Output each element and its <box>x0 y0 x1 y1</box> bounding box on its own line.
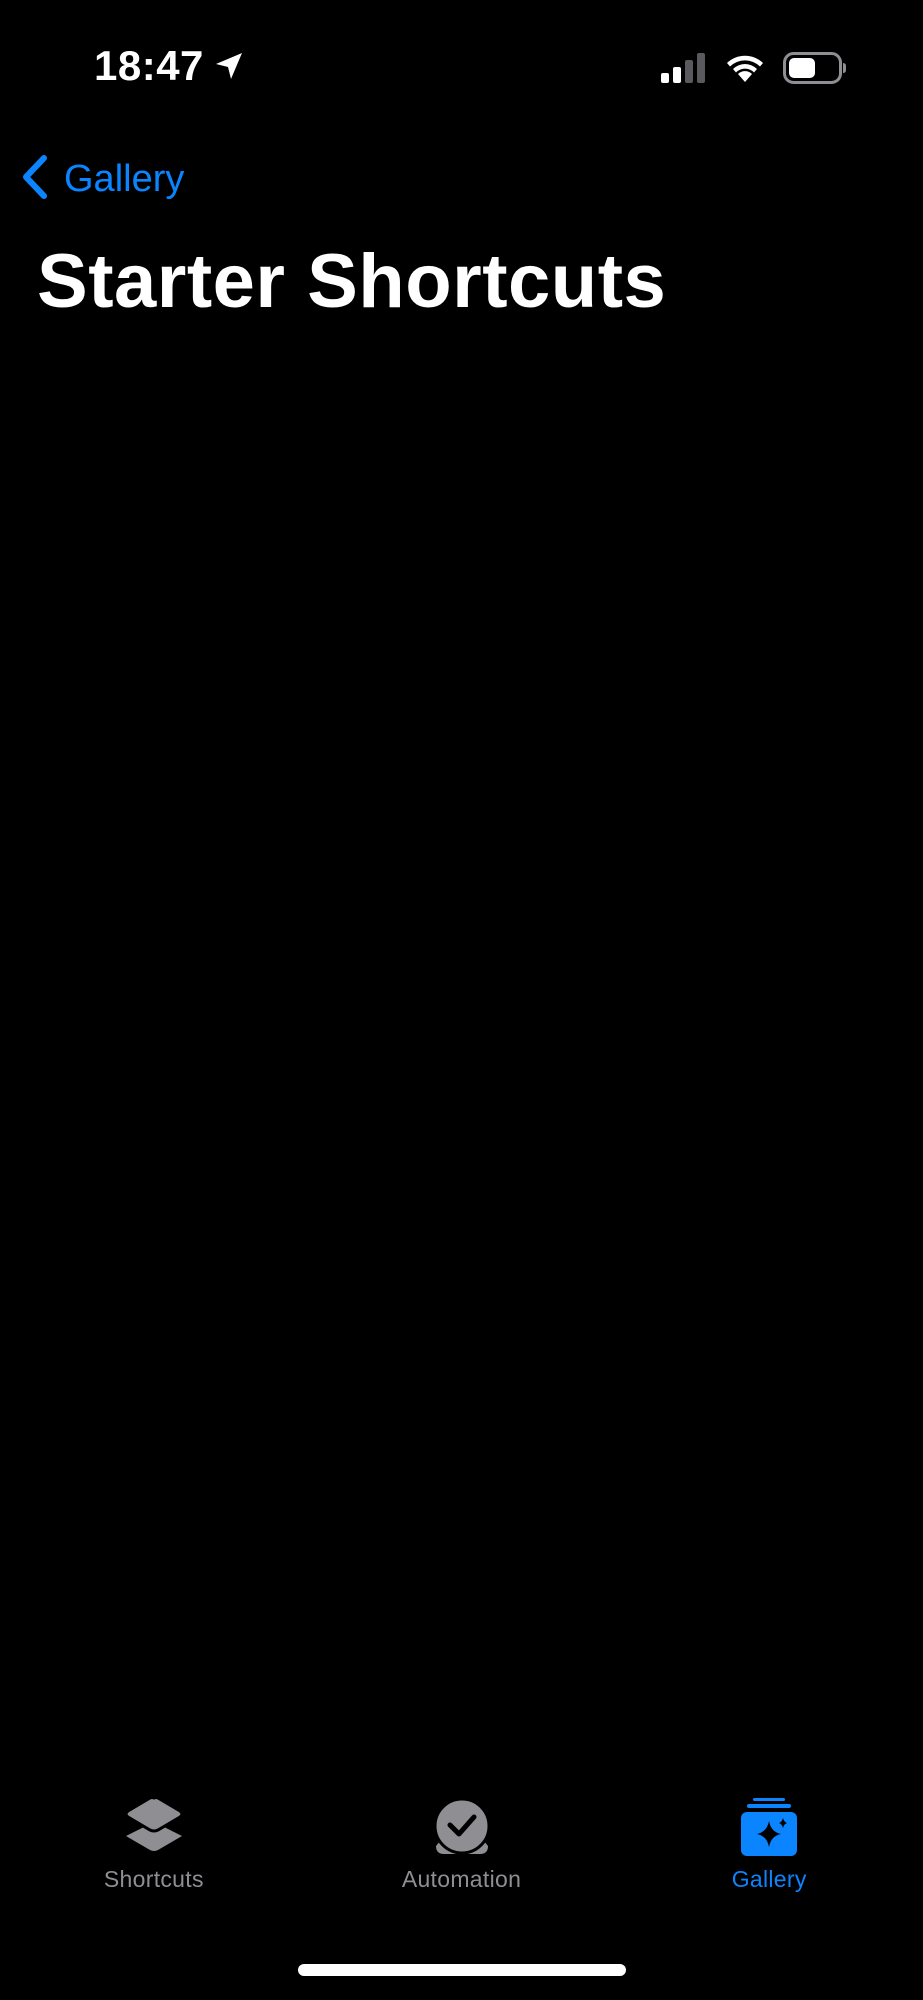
tab-automation-label: Automation <box>401 1866 522 1892</box>
back-button-label: Gallery <box>64 157 185 200</box>
layers-icon <box>124 1790 184 1858</box>
tab-gallery[interactable]: Gallery <box>615 1790 923 1920</box>
tab-gallery-label: Gallery <box>731 1866 807 1892</box>
tab-shortcuts-label: Shortcuts <box>103 1866 204 1892</box>
location-arrow-icon <box>214 51 244 81</box>
page-title: Starter Shortcuts <box>37 239 667 324</box>
wifi-icon <box>725 53 765 83</box>
tab-automation[interactable]: Automation <box>308 1790 616 1920</box>
back-button[interactable]: Gallery <box>18 150 184 208</box>
status-time: 18:47 <box>94 42 244 90</box>
status-icons <box>661 52 847 84</box>
content-area <box>0 340 923 1780</box>
checkmark-clock-icon <box>432 1790 492 1858</box>
chevron-left-icon <box>18 154 50 205</box>
battery-icon <box>783 52 847 84</box>
home-indicator[interactable] <box>298 1964 626 1976</box>
tab-shortcuts[interactable]: Shortcuts <box>0 1790 308 1920</box>
tab-bar: Shortcuts Automation Gallery <box>0 1790 923 1920</box>
cellular-signal-icon <box>661 53 707 83</box>
gallery-sparkle-icon <box>739 1790 799 1858</box>
status-time-label: 18:47 <box>94 42 204 89</box>
status-bar: 18:47 <box>0 0 923 130</box>
